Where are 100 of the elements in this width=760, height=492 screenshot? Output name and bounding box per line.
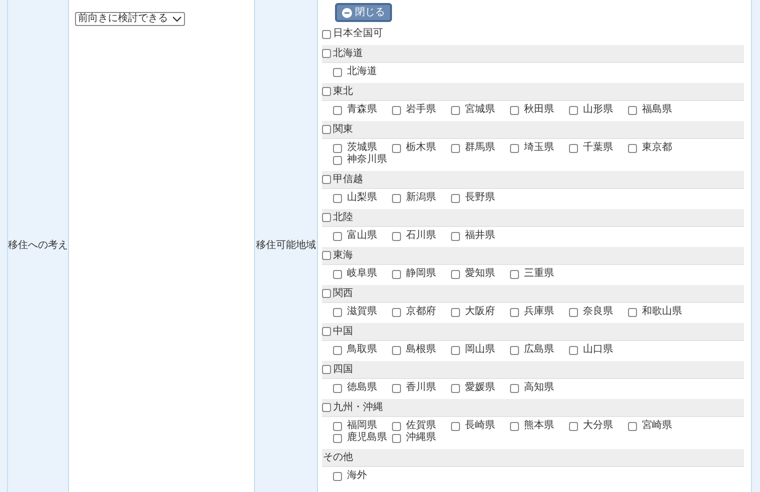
checkbox-label: 新潟県: [406, 192, 436, 204]
checkbox-label: 三重県: [524, 268, 554, 280]
checkbox[interactable]: [451, 144, 460, 152]
checkbox[interactable]: [451, 346, 460, 354]
checkbox[interactable]: [333, 156, 342, 164]
checkbox-label: 兵庫県: [524, 306, 554, 318]
checkbox-label: 北海道: [347, 66, 377, 78]
checkbox[interactable]: [510, 144, 519, 152]
checkbox[interactable]: [333, 194, 342, 202]
checkbox[interactable]: [510, 422, 519, 430]
checkbox-label: 徳島県: [347, 382, 377, 394]
checkbox-label: 埼玉県: [524, 142, 554, 154]
checkbox[interactable]: [333, 144, 342, 152]
checkbox[interactable]: [322, 175, 331, 184]
checkbox[interactable]: [333, 68, 342, 76]
checkbox[interactable]: [392, 270, 401, 278]
select-dropdown[interactable]: 前向きに検討できる: [75, 12, 185, 26]
checkbox[interactable]: [392, 434, 401, 442]
checkbox[interactable]: [392, 308, 401, 316]
checkbox-label: 石川県: [406, 230, 436, 242]
checkbox-label: 大分県: [583, 420, 613, 432]
checkbox-label: 鹿児島県: [347, 432, 387, 444]
checkbox-label: 静岡県: [406, 268, 436, 280]
checkbox[interactable]: [322, 289, 331, 298]
field-label: 移住への考え: [8, 240, 68, 252]
checkbox[interactable]: [333, 422, 342, 430]
checkbox[interactable]: [392, 232, 401, 240]
chevron-icon: [172, 16, 182, 22]
checkbox[interactable]: [392, 194, 401, 202]
checkbox-label: 香川県: [406, 382, 436, 394]
checkbox[interactable]: [322, 49, 331, 58]
region-label: 関東: [333, 124, 353, 136]
region-label: 中国: [333, 326, 353, 338]
checkbox[interactable]: [333, 472, 342, 480]
checkbox[interactable]: [628, 106, 637, 114]
checkbox[interactable]: [451, 270, 460, 278]
checkbox[interactable]: [569, 422, 578, 430]
checkbox[interactable]: [628, 422, 637, 430]
checkbox-label: 岐阜県: [347, 268, 377, 280]
region-label: 甲信越: [333, 174, 363, 186]
checkbox-label: 海外: [347, 470, 367, 482]
checkbox[interactable]: [510, 346, 519, 354]
checkbox[interactable]: [333, 106, 342, 114]
checkbox-label: 島根県: [406, 344, 436, 356]
checkbox[interactable]: [322, 327, 331, 336]
checkbox-label: 青森県: [347, 104, 377, 116]
checkbox[interactable]: [510, 384, 519, 392]
checkbox[interactable]: [628, 308, 637, 316]
checkbox[interactable]: [569, 308, 578, 316]
checkbox[interactable]: [392, 384, 401, 392]
checkbox[interactable]: [628, 144, 637, 152]
checkbox-label: 和歌山県: [642, 306, 682, 318]
checkbox[interactable]: [322, 365, 331, 374]
checkbox[interactable]: [451, 232, 460, 240]
checkbox[interactable]: [333, 384, 342, 392]
checkbox[interactable]: [392, 422, 401, 430]
checkbox[interactable]: [333, 434, 342, 442]
checkbox-label: 富山県: [347, 230, 377, 242]
checkbox[interactable]: [333, 308, 342, 316]
checkbox[interactable]: [451, 422, 460, 430]
checkbox-label: 高知県: [524, 382, 554, 394]
checkbox[interactable]: [510, 270, 519, 278]
checkbox[interactable]: [451, 106, 460, 114]
checkbox[interactable]: [451, 308, 460, 316]
checkbox-label: 栃木県: [406, 142, 436, 154]
field-label: 移住可能地域: [256, 240, 316, 252]
checkbox[interactable]: [569, 144, 578, 152]
checkbox-label: 岡山県: [465, 344, 495, 356]
region-label: 東海: [333, 250, 353, 262]
region-label: 九州・沖縄: [333, 402, 383, 414]
checkbox-label: 東京都: [642, 142, 672, 154]
checkbox[interactable]: [451, 194, 460, 202]
region-label: 関西: [333, 288, 353, 300]
checkbox[interactable]: [333, 270, 342, 278]
checkbox-label: 山形県: [583, 104, 613, 116]
checkbox[interactable]: [392, 144, 401, 152]
checkbox[interactable]: [392, 106, 401, 114]
close-button[interactable]: 閉じる: [335, 3, 392, 22]
checkbox[interactable]: [322, 125, 331, 134]
checkbox-label: 愛媛県: [465, 382, 495, 394]
checkbox-label: 宮崎県: [642, 420, 672, 432]
checkbox-label: 長崎県: [465, 420, 495, 432]
checkbox[interactable]: [392, 346, 401, 354]
checkbox-label: 宮城県: [465, 104, 495, 116]
checkbox[interactable]: [322, 403, 331, 412]
checkbox[interactable]: [510, 308, 519, 316]
minus-circle-icon: [342, 8, 352, 18]
checkbox[interactable]: [569, 346, 578, 354]
checkbox-label: 日本全国可: [333, 28, 383, 40]
checkbox[interactable]: [322, 87, 331, 96]
checkbox[interactable]: [322, 251, 331, 260]
checkbox[interactable]: [322, 30, 331, 38]
checkbox[interactable]: [333, 232, 342, 240]
checkbox[interactable]: [451, 384, 460, 392]
region-label: 四国: [333, 364, 353, 376]
checkbox[interactable]: [333, 346, 342, 354]
checkbox[interactable]: [569, 106, 578, 114]
checkbox[interactable]: [510, 106, 519, 114]
checkbox-label: 群馬県: [465, 142, 495, 154]
checkbox[interactable]: [322, 213, 331, 222]
